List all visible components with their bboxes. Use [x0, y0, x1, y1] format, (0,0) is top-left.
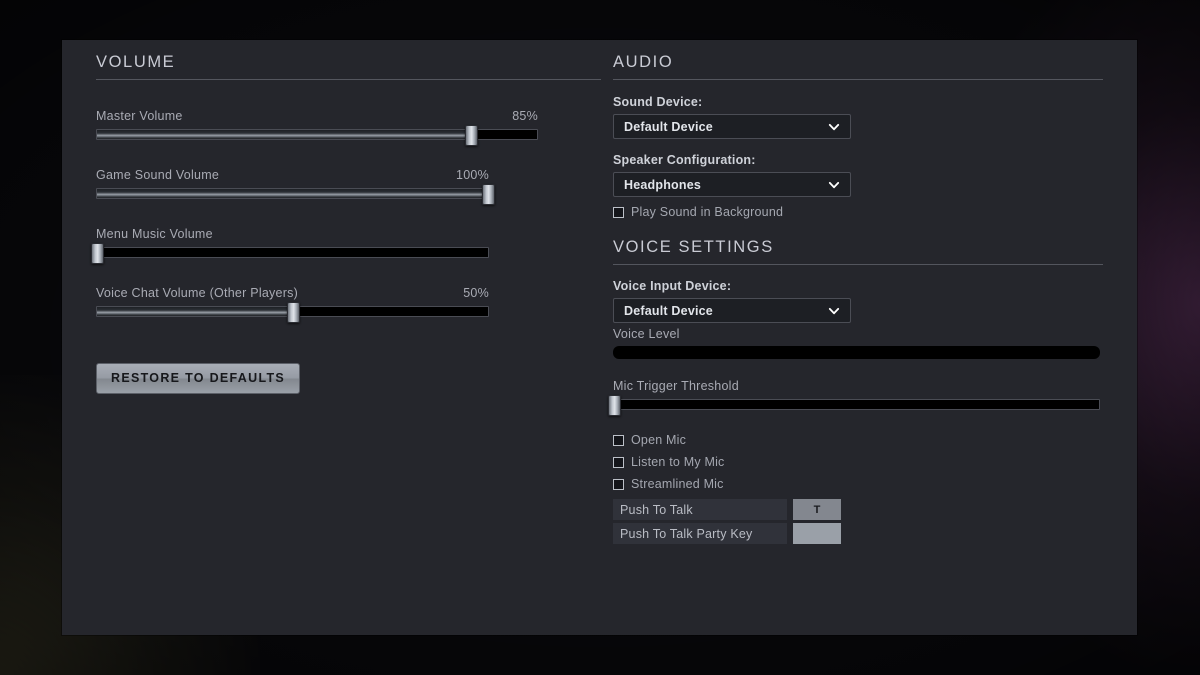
slider-voice-chat-volume-value: 50%: [463, 286, 489, 300]
voice-input-device-value: Default Device: [624, 303, 713, 318]
slider-game-sound-volume-handle[interactable]: [482, 184, 495, 205]
volume-column: VOLUME Master Volume 85% Game Sound Volu…: [91, 40, 601, 394]
sound-device-label: Sound Device:: [613, 95, 703, 109]
audio-voice-column: AUDIO Sound Device: Default Device Speak…: [608, 40, 1103, 547]
slider-master-volume[interactable]: Master Volume 85%: [96, 109, 601, 146]
speaker-configuration-value: Headphones: [624, 177, 702, 192]
open-mic-label: Open Mic: [631, 433, 687, 447]
mic-trigger-threshold-handle[interactable]: [608, 395, 621, 416]
slider-menu-music-volume-handle[interactable]: [91, 243, 104, 264]
mic-checkbox-group: Open Mic Listen to My Mic Streamlined Mi…: [613, 430, 1103, 494]
slider-master-volume-row: Master Volume 85%: [96, 109, 538, 123]
voice-level-field: Voice Level: [613, 327, 1103, 359]
slider-game-sound-volume-fill: [97, 189, 488, 198]
slider-voice-chat-volume-label: Voice Chat Volume (Other Players): [96, 286, 299, 300]
voice-input-device-field: Voice Input Device: Default Device: [613, 279, 1103, 323]
restore-to-defaults-button[interactable]: RESTORE TO DEFAULTS: [96, 363, 301, 394]
slider-game-sound-volume-label: Game Sound Volume: [96, 168, 220, 182]
slider-game-sound-volume-value: 100%: [456, 168, 489, 182]
voice-level-meter: [613, 346, 1100, 359]
slider-voice-chat-volume-row: Voice Chat Volume (Other Players) 50%: [96, 286, 489, 300]
slider-master-volume-value: 85%: [512, 109, 538, 123]
streamlined-mic-checkbox[interactable]: Streamlined Mic: [613, 474, 1103, 494]
slider-voice-chat-volume[interactable]: Voice Chat Volume (Other Players) 50%: [96, 286, 601, 323]
push-to-talk-party-name: Push To Talk Party Key: [613, 523, 787, 544]
slider-mic-trigger-threshold[interactable]: Mic Trigger Threshold: [608, 379, 1103, 416]
audio-section-header: AUDIO: [613, 53, 1103, 80]
slider-master-volume-label: Master Volume: [96, 109, 183, 123]
play-sound-in-background-label: Play Sound in Background: [631, 205, 784, 219]
mic-trigger-threshold-label: Mic Trigger Threshold: [613, 379, 739, 393]
sound-device-value: Default Device: [624, 119, 713, 134]
streamlined-mic-label: Streamlined Mic: [631, 477, 724, 491]
chevron-down-icon: [828, 123, 840, 130]
open-mic-checkbox[interactable]: Open Mic: [613, 430, 1103, 450]
speaker-configuration-dropdown[interactable]: Headphones: [613, 172, 851, 197]
voice-input-device-label: Voice Input Device:: [613, 279, 732, 293]
push-to-talk-key[interactable]: T: [793, 499, 841, 520]
speaker-configuration-field: Speaker Configuration: Headphones: [613, 153, 1103, 197]
slider-menu-music-volume[interactable]: Menu Music Volume: [91, 227, 601, 264]
audio-settings-panel: VOLUME Master Volume 85% Game Sound Volu…: [62, 40, 1137, 635]
play-sound-in-background-checkbox[interactable]: Play Sound in Background: [613, 202, 1103, 222]
slider-master-volume-track[interactable]: [96, 125, 538, 146]
listen-to-my-mic-checkbox[interactable]: Listen to My Mic: [613, 452, 1103, 472]
keybind-group: Push To Talk T Push To Talk Party Key: [613, 499, 1103, 544]
slider-menu-music-volume-row: Menu Music Volume: [96, 227, 489, 241]
checkbox-icon[interactable]: [613, 434, 624, 446]
sound-device-dropdown[interactable]: Default Device: [613, 114, 851, 139]
listen-to-my-mic-label: Listen to My Mic: [631, 455, 725, 469]
slider-game-sound-volume-track[interactable]: [96, 184, 495, 205]
checkbox-icon[interactable]: [613, 478, 624, 490]
slider-voice-chat-volume-track[interactable]: [96, 302, 489, 323]
voice-input-device-dropdown[interactable]: Default Device: [613, 298, 851, 323]
slider-game-sound-volume-row: Game Sound Volume 100%: [96, 168, 489, 182]
volume-section-header: VOLUME: [96, 53, 601, 80]
slider-menu-music-volume-track[interactable]: [91, 243, 489, 264]
mic-trigger-threshold-track[interactable]: [608, 395, 1100, 416]
sound-device-field: Sound Device: Default Device: [613, 95, 1103, 139]
slider-menu-music-volume-label: Menu Music Volume: [96, 227, 213, 241]
push-to-talk-party-keybind-row[interactable]: Push To Talk Party Key: [613, 523, 841, 544]
slider-voice-chat-volume-handle[interactable]: [286, 302, 300, 323]
chevron-down-icon: [828, 181, 840, 188]
push-to-talk-name: Push To Talk: [613, 499, 787, 520]
push-to-talk-keybind-row[interactable]: Push To Talk T: [613, 499, 841, 520]
speaker-configuration-label: Speaker Configuration:: [613, 153, 756, 167]
slider-voice-chat-volume-fill: [97, 307, 293, 316]
push-to-talk-party-key[interactable]: [793, 523, 841, 544]
slider-master-volume-fill: [97, 130, 471, 139]
slider-game-sound-volume[interactable]: Game Sound Volume 100%: [96, 168, 601, 205]
slider-master-volume-handle[interactable]: [465, 125, 478, 146]
checkbox-icon[interactable]: [613, 206, 624, 218]
voice-level-label: Voice Level: [613, 327, 680, 341]
chevron-down-icon: [828, 307, 840, 314]
voice-settings-section-header: VOICE SETTINGS: [613, 238, 1103, 265]
checkbox-icon[interactable]: [613, 456, 624, 468]
